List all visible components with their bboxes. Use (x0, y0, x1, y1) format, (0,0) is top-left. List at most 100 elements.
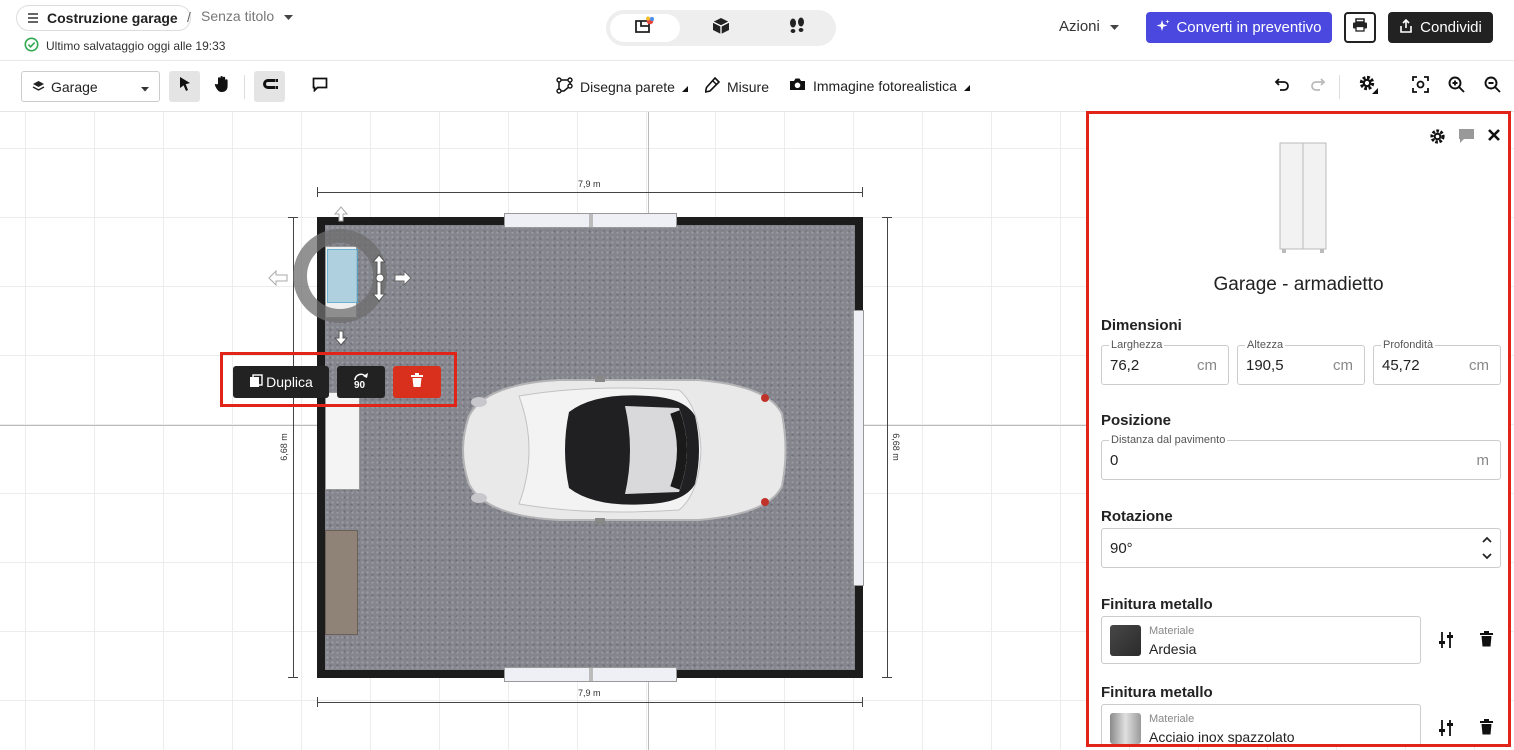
breadcrumb-separator: / (187, 9, 191, 25)
zoom-in-icon (1448, 76, 1465, 98)
layers-icon (32, 79, 45, 95)
hand-icon (214, 75, 230, 98)
floor-distance-unit: m (1476, 452, 1490, 469)
save-status: Ultimo salvataggio oggi alle 19:33 (24, 37, 225, 55)
finish-heading-2: Finitura metallo (1101, 684, 1213, 701)
move-down-arrow-icon[interactable] (333, 330, 349, 351)
close-icon[interactable] (1487, 128, 1501, 147)
settings-gear-icon[interactable] (1429, 128, 1446, 150)
selection-highlight (327, 249, 358, 303)
pan-tool-button[interactable] (206, 71, 237, 102)
editor-toolbar: Garage Disegna parete Misure Immagine fo… (0, 60, 1514, 112)
resize-handle-icon[interactable] (369, 254, 389, 307)
height-unit: cm (1333, 357, 1353, 374)
comment-tool-button[interactable] (304, 71, 335, 102)
floor-distance-value: 0 (1110, 452, 1119, 469)
print-button[interactable] (1344, 12, 1376, 43)
photo-label: Immagine fotorealistica (813, 77, 957, 94)
material-field-1[interactable]: Materiale Ardesia (1101, 616, 1421, 664)
redo-button[interactable] (1302, 71, 1333, 102)
save-status-text: Ultimo salvataggio oggi alle 19:33 (46, 39, 226, 53)
camera-icon (789, 77, 806, 94)
undo-button[interactable] (1266, 71, 1297, 102)
dimension-label-right: 6,68 m (890, 433, 901, 461)
undo-icon (1274, 77, 1290, 96)
copy-icon (249, 373, 264, 391)
sparkle-icon (1156, 19, 1171, 37)
view-walkthrough-button[interactable] (762, 14, 832, 42)
settings-button[interactable] (1352, 71, 1383, 102)
material-swatch-2 (1110, 713, 1141, 744)
floor-selector-label: Garage (51, 78, 98, 95)
workbench[interactable] (325, 530, 358, 635)
project-menu[interactable]: Costruzione garage (16, 5, 191, 31)
material-field-2[interactable]: Materiale Acciaio inox spazzolato (1101, 704, 1421, 744)
depth-unit: cm (1469, 357, 1489, 374)
floor-distance-field[interactable]: Distanza dal pavimento 0 m (1101, 434, 1501, 480)
magnet-snap-toggle[interactable] (254, 71, 285, 102)
photorealistic-image-button[interactable]: Immagine fotorealistica (789, 77, 970, 94)
convert-label: Converti in preventivo (1176, 19, 1322, 36)
note-icon[interactable] (1458, 128, 1475, 149)
trash-icon[interactable] (1480, 631, 1493, 652)
select-tool-button[interactable] (169, 71, 200, 102)
move-left-arrow-icon[interactable] (268, 269, 288, 291)
rotation-heading: Rotazione (1101, 508, 1173, 525)
corner-triangle-icon (681, 79, 688, 95)
trash-icon[interactable] (1480, 719, 1493, 740)
view-3d-button[interactable] (686, 14, 756, 42)
move-up-arrow-icon[interactable] (333, 206, 349, 227)
height-value: 190,5 (1246, 357, 1284, 374)
caret-down-icon (1109, 18, 1119, 35)
car-model[interactable] (449, 376, 789, 529)
dimensions-heading: Dimensioni (1101, 317, 1182, 334)
height-label: Altezza (1245, 339, 1286, 351)
duplicate-label: Duplica (266, 374, 313, 390)
redo-icon (1310, 77, 1326, 96)
share-button[interactable]: Condividi (1388, 12, 1493, 43)
delete-button[interactable] (393, 366, 441, 398)
design-name-dropdown[interactable]: Senza titolo (201, 8, 294, 24)
width-value: 76,2 (1110, 357, 1140, 374)
window-top[interactable] (504, 213, 677, 228)
cabinet-thumbnail-image (1279, 142, 1327, 259)
duplicate-button[interactable]: Duplica (233, 366, 329, 398)
depth-field[interactable]: Profondità 45,72 cm (1373, 339, 1501, 385)
floor-distance-label: Distanza dal pavimento (1109, 434, 1228, 446)
fit-view-button[interactable] (1405, 71, 1436, 102)
width-field[interactable]: Larghezza 76,2 cm (1101, 339, 1229, 385)
convert-to-quote-button[interactable]: Converti in preventivo (1146, 12, 1332, 43)
door-right[interactable] (853, 310, 864, 586)
material-swatch-1 (1110, 625, 1141, 656)
magnet-icon (261, 77, 279, 96)
dimension-line-top (317, 192, 863, 193)
actions-menu[interactable]: Azioni (1059, 18, 1119, 35)
adjust-sliders-icon[interactable] (1438, 719, 1454, 742)
adjust-sliders-icon[interactable] (1438, 631, 1454, 654)
zoom-in-button[interactable] (1441, 71, 1472, 102)
window-bottom[interactable] (504, 667, 677, 682)
zoom-out-button[interactable] (1477, 71, 1508, 102)
move-right-arrow-icon[interactable] (394, 269, 412, 291)
dimension-line-bottom (317, 702, 863, 703)
view-2d-button[interactable] (610, 14, 680, 42)
rotation-value: 90° (1110, 540, 1133, 557)
comment-bubble-icon (312, 77, 328, 97)
actions-label: Azioni (1059, 18, 1100, 35)
height-field[interactable]: Altezza 190,5 cm (1237, 339, 1365, 385)
width-label: Larghezza (1109, 339, 1165, 351)
measures-button[interactable]: Misure (704, 76, 769, 96)
draw-wall-button[interactable]: Disegna parete (556, 77, 688, 97)
trash-icon (411, 372, 423, 392)
hamburger-menu-icon (27, 10, 39, 26)
focus-frame-icon (1412, 75, 1429, 98)
caret-down-icon (141, 79, 149, 95)
rotation-select[interactable]: 90° (1101, 528, 1501, 568)
walkthrough-footsteps-icon (787, 17, 807, 40)
top-bar: Costruzione garage / Senza titolo Ultimo… (0, 0, 1514, 60)
draw-wall-label: Disegna parete (580, 79, 675, 95)
corner-triangle-icon (963, 78, 970, 94)
material-label-2: Materiale (1149, 713, 1195, 725)
floor-selector[interactable]: Garage (21, 71, 160, 102)
rotate-90-button[interactable]: 90 (337, 366, 385, 398)
